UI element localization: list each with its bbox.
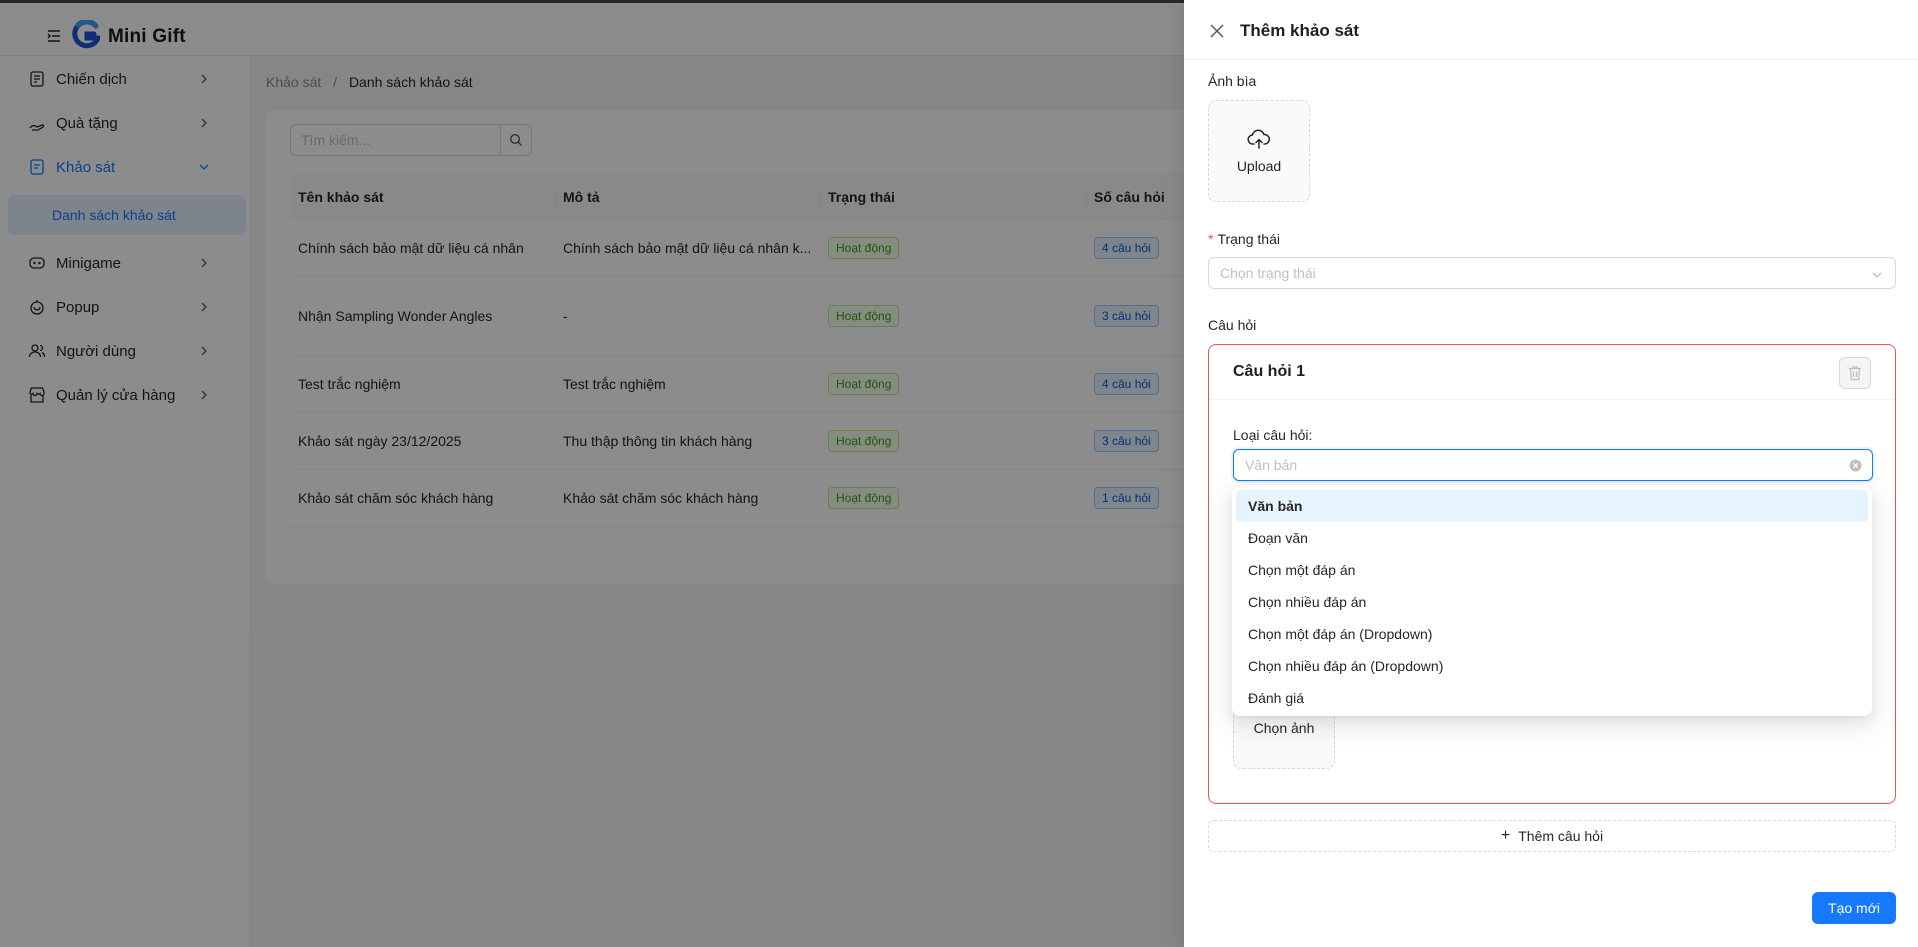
status-select-placeholder: Chọn trạng thái [1220, 265, 1316, 281]
status-label-text: Trạng thái [1217, 231, 1280, 247]
question-type-select[interactable]: Văn bản [1233, 449, 1873, 481]
dropdown-option[interactable]: Văn bản [1236, 490, 1868, 522]
add-question-label: Thêm câu hỏi [1518, 828, 1604, 844]
cover-image-label: Ảnh bìa [1208, 73, 1257, 89]
cloud-upload-icon [1247, 129, 1271, 149]
dropdown-option[interactable]: Chọn nhiều đáp án (Dropdown) [1236, 650, 1868, 682]
dropdown-option[interactable]: Đoạn văn [1236, 522, 1868, 554]
dropdown-option[interactable]: Chọn một đáp án [1236, 554, 1868, 586]
required-mark: * [1208, 231, 1214, 247]
dropdown-option[interactable]: Chọn nhiều đáp án [1236, 586, 1868, 618]
question-type-label: Loại câu hỏi: [1233, 427, 1313, 443]
clear-circle-icon[interactable] [1849, 459, 1862, 472]
questions-label: Câu hỏi [1208, 317, 1257, 333]
status-select[interactable]: Chọn trạng thái [1208, 257, 1896, 289]
question-type-value: Văn bản [1245, 457, 1298, 473]
add-survey-drawer: Thêm khảo sát Ảnh bìa Upload * Trạng thái… [1184, 0, 1918, 947]
status-label: * Trạng thái [1208, 231, 1280, 247]
delete-question-button[interactable] [1839, 357, 1871, 389]
cover-upload-button[interactable]: Upload [1208, 100, 1310, 202]
create-button[interactable]: Tạo mới [1812, 892, 1896, 924]
question-card-header: Câu hỏi 1 [1209, 345, 1895, 400]
close-icon[interactable] [1210, 24, 1224, 38]
drawer-header: Thêm khảo sát [1184, 0, 1918, 60]
plus-icon: + [1500, 827, 1511, 844]
trash-icon [1849, 366, 1861, 381]
drawer-title: Thêm khảo sát [1240, 21, 1360, 40]
add-question-button[interactable]: + Thêm câu hỏi [1208, 820, 1896, 852]
chevron-down-icon [1871, 268, 1883, 280]
question-title: Câu hỏi 1 [1233, 363, 1306, 380]
upload-label: Upload [1236, 158, 1282, 174]
dropdown-option[interactable]: Chọn một đáp án (Dropdown) [1236, 618, 1868, 650]
question-type-dropdown: Văn bản Đoạn văn Chọn một đáp án Chọn nh… [1232, 486, 1872, 716]
dropdown-option[interactable]: Đánh giá [1236, 682, 1868, 714]
